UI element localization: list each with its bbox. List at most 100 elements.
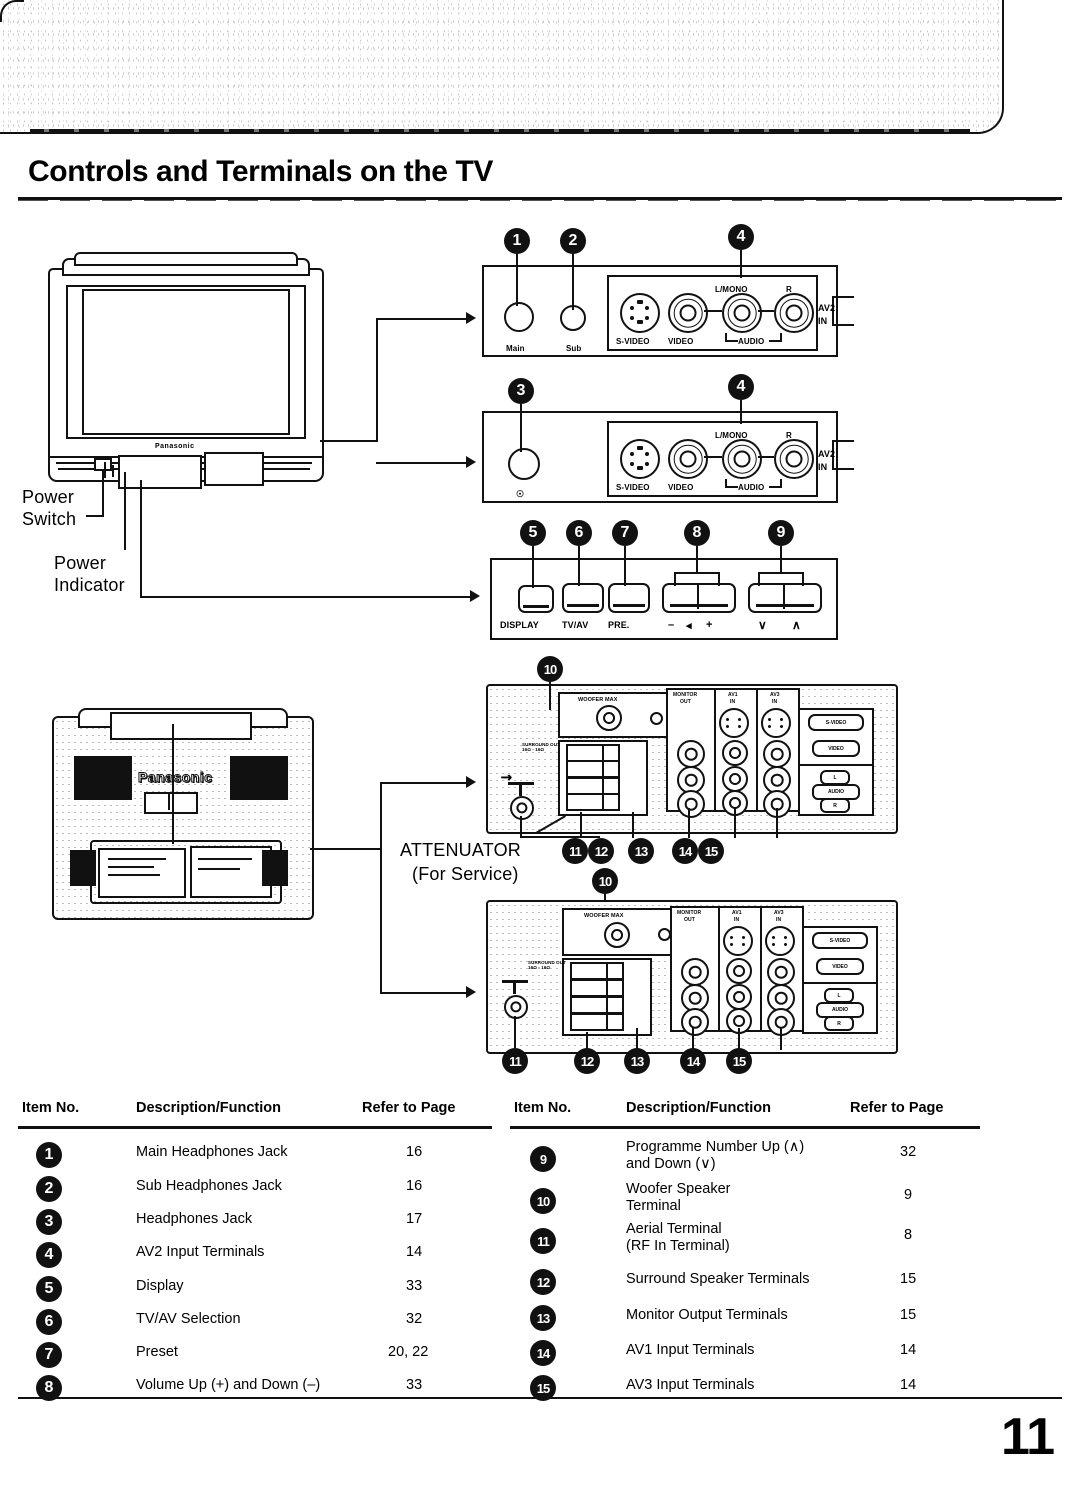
table-left-header-description: Description/Function <box>136 1100 281 1116</box>
table-left-row-6-num: 6 <box>36 1309 62 1335</box>
table-left-row-6-page: 32 <box>406 1311 423 1327</box>
callout-4-top: 4 <box>728 224 754 250</box>
callout-5: 5 <box>520 520 546 546</box>
power-switch-label-line1: Power <box>22 487 75 507</box>
surround-label-lower: SURROUND OUT 16Ω - 16Ω <box>528 960 566 970</box>
s-video-connector-2 <box>620 439 660 479</box>
av1-svideo-upper <box>719 708 749 738</box>
table-right-row-12-page: 15 <box>900 1271 917 1287</box>
av3-label-l2-upper: IN <box>772 699 778 705</box>
callout-11-upper: 11 <box>562 838 588 864</box>
table-right-row-15-page: 14 <box>900 1377 917 1393</box>
monitor-out-label-l1-upper: MONITOR <box>673 692 698 698</box>
attenuator-label-line2: (For Service) <box>412 864 519 884</box>
table-right-row-11-page: 8 <box>904 1227 913 1243</box>
table-right-row-14-desc: AV1 Input Terminals <box>626 1342 755 1358</box>
callout-15-upper: 15 <box>698 838 724 864</box>
av2-label-1-line2: IN <box>818 316 828 326</box>
callout-1: 1 <box>504 228 530 254</box>
audio-r-rca-1 <box>774 293 814 333</box>
table-left-row-3-num: 3 <box>36 1209 62 1235</box>
av1-audio-l-upper <box>722 766 748 792</box>
av1-label-l2-lower: IN <box>734 917 740 923</box>
av3-svideo-lower <box>765 926 795 956</box>
callout-15-lower: 15 <box>726 1048 752 1074</box>
power-switch-label-line2: Switch <box>22 509 77 529</box>
table-left-row-4-page: 14 <box>406 1244 423 1260</box>
av2-label-1-line1: AV2 <box>818 303 836 313</box>
av1-label-l2-upper: IN <box>730 699 736 705</box>
monitor-video-upper <box>677 740 705 768</box>
table-left-row-5-page: 33 <box>406 1278 423 1294</box>
programme-down-label: ∨ <box>758 618 767 632</box>
page-title: Controls and Terminals on the TV <box>28 155 494 188</box>
leader-arrow-rear1 <box>466 776 476 788</box>
audio-l-tag-lower: L <box>824 988 854 1003</box>
av3-video-upper <box>763 740 791 768</box>
monitor-out-label-l2-lower: OUT <box>684 917 695 923</box>
table-right-row-14-num: 14 <box>530 1340 556 1366</box>
woofer-label-lower: WOOFER MAX <box>584 913 624 919</box>
av1-label-l1-upper: AV1 <box>728 692 738 698</box>
volume-minus-label: – <box>668 619 675 631</box>
display-button[interactable] <box>518 585 554 613</box>
main-headphones-jack <box>504 302 534 332</box>
table-left-row-1-page: 16 <box>406 1144 423 1160</box>
power-indicator-label-line2: Indicator <box>54 575 125 595</box>
tv-rear-brand: Panasonic <box>138 769 213 786</box>
l-mono-label-1: L/MONO <box>715 285 748 294</box>
table-left-row-3-page: 17 <box>406 1211 423 1227</box>
tv-av-label: TV/AV <box>562 620 589 630</box>
monitor-out-label-l1-lower: MONITOR <box>677 910 702 916</box>
rear-vent-left <box>74 756 132 800</box>
table-left-row-5-num: 5 <box>36 1276 62 1302</box>
volume-buttons[interactable] <box>662 583 736 613</box>
tv-front-brand: Panasonic <box>155 443 195 450</box>
main-jack-label: Main <box>506 344 525 353</box>
callout-12-upper: 12 <box>588 838 614 864</box>
monitor-video-lower <box>681 958 709 986</box>
av1-svideo-lower <box>723 926 753 956</box>
table-left-row-4-desc: AV2 Input Terminals <box>136 1244 265 1260</box>
table-left-row-2-page: 16 <box>406 1178 423 1194</box>
svideo-tag-upper: S-VIDEO <box>808 714 864 731</box>
table-right-row-11-desc: Aerial Terminal (RF In Terminal) <box>626 1221 730 1254</box>
monitor-out-label-l2-upper: OUT <box>680 699 691 705</box>
table-right-row-15-desc: AV3 Input Terminals <box>626 1377 755 1393</box>
callout-14-lower: 14 <box>680 1048 706 1074</box>
table-right-row-9-page: 32 <box>900 1144 917 1160</box>
svideo-tag-lower: S-VIDEO <box>812 932 868 949</box>
av1-video-upper <box>722 740 748 766</box>
s-video-label-2: S-VIDEO <box>616 483 650 492</box>
av3-svideo-upper <box>761 708 791 738</box>
callout-7: 7 <box>612 520 638 546</box>
table-left-row-2-desc: Sub Headphones Jack <box>136 1178 282 1194</box>
r-label-2: R <box>786 431 792 440</box>
leader-arrow-buttons <box>470 590 480 602</box>
audio-l-rca-1 <box>722 293 762 333</box>
table-left-row-4-num: 4 <box>36 1242 62 1268</box>
callout-11-lower: 11 <box>502 1048 528 1074</box>
table-left-row-1-desc: Main Headphones Jack <box>136 1144 288 1160</box>
tv-av-button[interactable] <box>562 583 604 613</box>
audio-l-tag-upper: L <box>820 770 850 785</box>
table-left-header-page: Refer to Page <box>362 1100 456 1116</box>
preset-button[interactable] <box>608 583 650 613</box>
video-label-2: VIDEO <box>668 483 694 492</box>
audio-label-2: AUDIO <box>738 483 765 492</box>
table-right-row-12-desc: Surround Speaker Terminals <box>626 1271 810 1287</box>
video-rca-1 <box>668 293 708 333</box>
r-label-1: R <box>786 285 792 294</box>
video-rca-2 <box>668 439 708 479</box>
callout-6: 6 <box>566 520 592 546</box>
av3-video-lower <box>767 958 795 986</box>
attenuator-label-line1: ATTENUATOR <box>400 840 522 860</box>
programme-buttons[interactable] <box>748 583 822 613</box>
table-right-header-description: Description/Function <box>626 1100 771 1116</box>
monitor-audio-r-upper <box>677 790 705 818</box>
video-label-1: VIDEO <box>668 337 694 346</box>
callout-10-upper: 10 <box>537 656 563 682</box>
av3-label-l1-upper: AV3 <box>770 692 780 698</box>
preset-label: PRE. <box>608 620 630 630</box>
table-left-row-8-page: 33 <box>406 1377 423 1393</box>
